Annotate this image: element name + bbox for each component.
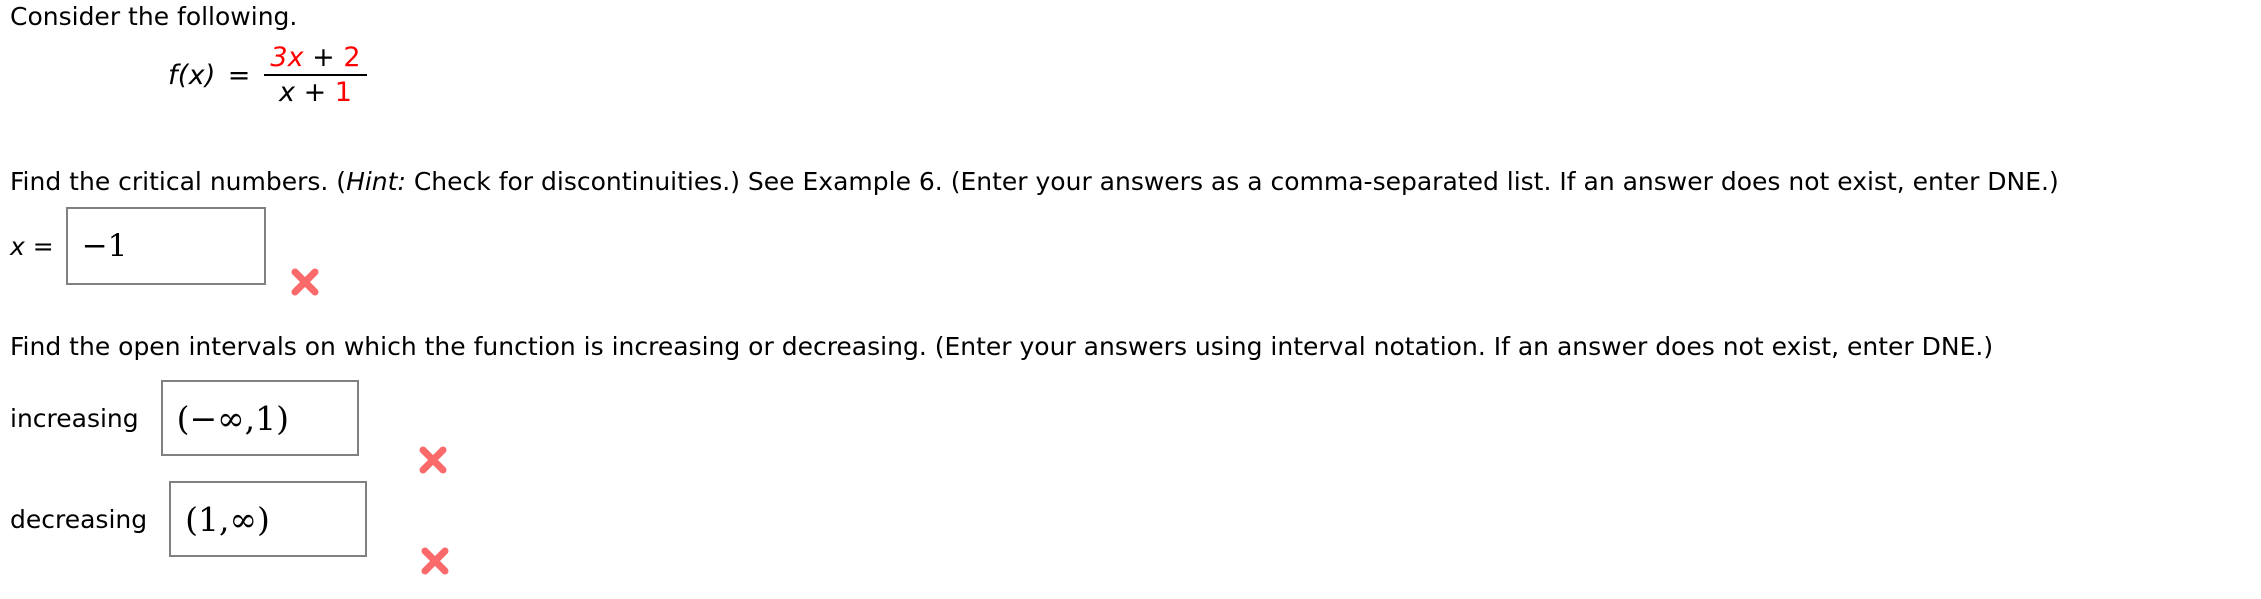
intervals-prompt: Find the open intervals on which the fun… <box>10 332 1994 361</box>
hint-keyword: Hint: <box>346 167 406 196</box>
numerator-constant: 2 <box>343 42 361 73</box>
critical-numbers-input-value: −1 <box>81 228 128 264</box>
denominator-variable: x <box>278 77 295 108</box>
incorrect-icon-increasing <box>416 443 450 477</box>
decreasing-input[interactable]: (1,∞) <box>169 481 368 557</box>
equals-sign: = <box>227 59 251 91</box>
critical-numbers-prompt-part2: Check for discontinuities.) See Example … <box>405 167 2059 196</box>
critical-numbers-prompt: Find the critical numbers. (Hint: Check … <box>10 167 2059 197</box>
numerator-operator: + <box>312 42 335 73</box>
critical-numbers-prompt-part1: Find the critical numbers. ( <box>10 167 347 196</box>
critical-numbers-answer-row: x = −1 <box>10 207 266 285</box>
fraction: 3x + 2 x + 1 <box>264 44 367 106</box>
fraction-denominator: x + 1 <box>273 76 358 106</box>
increasing-label: increasing <box>10 403 139 433</box>
denominator-constant: 1 <box>334 77 352 108</box>
worksheet-page: Consider the following. f(x) = 3x + 2 x … <box>0 0 2261 599</box>
decreasing-label: decreasing <box>10 504 148 534</box>
x-equals-label: x = <box>10 231 54 261</box>
increasing-answer-row: increasing (−∞,1) <box>10 380 359 456</box>
incorrect-icon <box>288 265 322 299</box>
function-label: f(x) <box>168 59 216 91</box>
intro-text: Consider the following. <box>10 2 298 31</box>
increasing-input[interactable]: (−∞,1) <box>160 380 359 456</box>
function-formula: f(x) = 3x + 2 x + 1 <box>168 44 367 106</box>
decreasing-answer-row: decreasing (1,∞) <box>10 481 368 557</box>
incorrect-icon-decreasing <box>418 544 452 578</box>
critical-numbers-input[interactable]: −1 <box>65 207 266 285</box>
denominator-operator: + <box>303 77 327 108</box>
decreasing-input-value: (1,∞) <box>185 499 270 539</box>
fraction-numerator: 3x + 2 <box>264 44 366 74</box>
numerator-coefficient-term: 3x <box>270 42 304 73</box>
increasing-input-value: (−∞,1) <box>176 398 290 438</box>
